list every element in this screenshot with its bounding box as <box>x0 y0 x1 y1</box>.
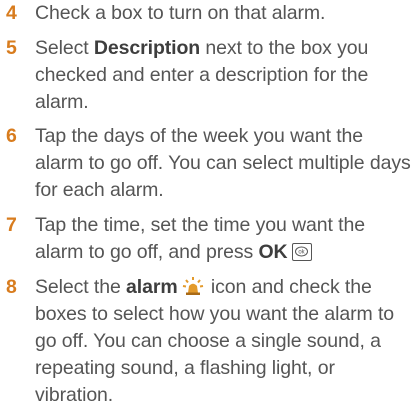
step-text: Select Description next to the box you c… <box>35 37 368 113</box>
alarm-label: alarm <box>126 276 178 298</box>
step-8: 8 Select the alarm icon and check the bo… <box>0 274 411 409</box>
step-text-part: Tap the time, set the time you want the … <box>35 214 365 263</box>
description-field-name: Description <box>93 37 201 59</box>
step-number: 8 <box>6 276 17 298</box>
step-number: 7 <box>6 214 17 236</box>
step-number: 6 <box>6 125 17 147</box>
step-text: Tap the time, set the time you want the … <box>35 214 365 263</box>
step-6: 6 Tap the days of the week you want the … <box>0 123 411 204</box>
step-7: 7 Tap the time, set the time you want th… <box>0 212 411 266</box>
step-text-part: Select <box>35 37 94 59</box>
step-5: 5 Select Description next to the box you… <box>0 35 411 116</box>
svg-text:ok: ok <box>298 250 305 256</box>
ok-key-icon: ok <box>291 243 312 261</box>
step-text: Check a box to turn on that alarm. <box>35 2 326 24</box>
step-text: Tap the days of the week you want the al… <box>35 125 411 201</box>
alarm-siren-icon <box>182 277 203 295</box>
step-text: Select the alarm icon and check the boxe… <box>35 276 394 406</box>
step-number: 4 <box>6 2 17 24</box>
ok-label: OK <box>258 241 288 263</box>
step-number: 5 <box>6 37 17 59</box>
instruction-steps: 4 Check a box to turn on that alarm. 5 S… <box>0 0 411 409</box>
step-4: 4 Check a box to turn on that alarm. <box>0 0 411 27</box>
step-text-part: Select the <box>35 276 127 298</box>
